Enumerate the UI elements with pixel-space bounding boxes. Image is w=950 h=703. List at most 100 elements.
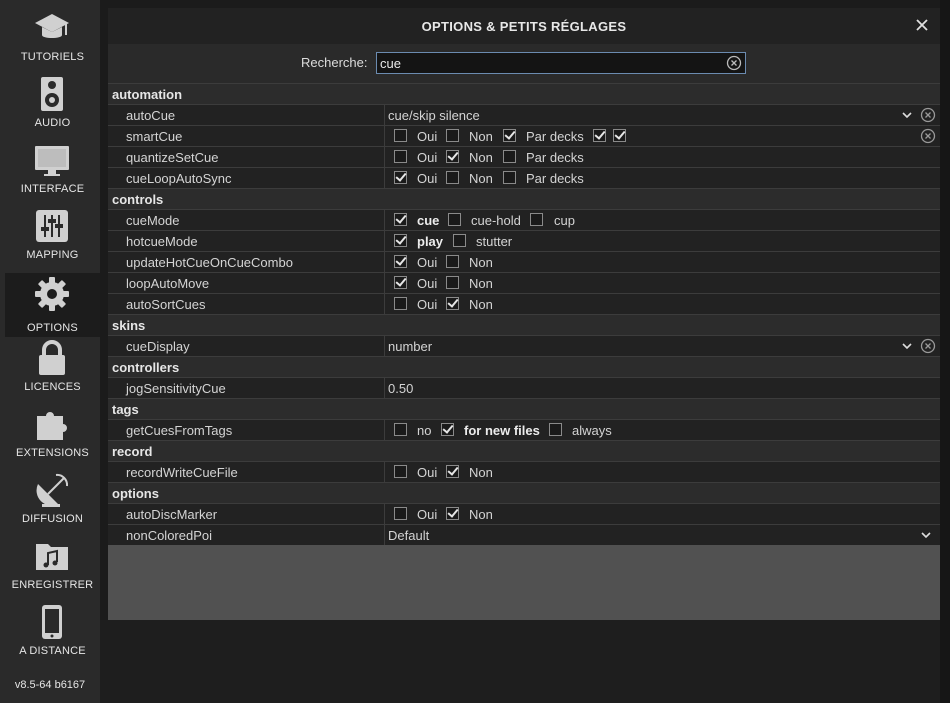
version-label: v8.5-64 b6167 <box>14 679 86 691</box>
non-checkbox[interactable] <box>446 129 459 142</box>
option-values: Oui Non Par decks <box>384 126 940 146</box>
option-values: Oui Non <box>384 294 940 314</box>
autocue-select[interactable]: cue/skip silence <box>384 105 940 125</box>
option-row-autocue: autoCue cue/skip silence <box>108 104 940 125</box>
option-row-getcuesfromtags: getCuesFromTags no for new files always <box>108 419 940 440</box>
noncoloredpoi-select[interactable]: Default <box>384 525 940 545</box>
option-name: jogSensitivityCue <box>126 381 226 396</box>
sidebar-item-label: TUTORIELS <box>20 51 85 63</box>
options-list: automation autoCue cue/skip silence smar… <box>108 83 940 545</box>
close-button[interactable] <box>912 15 932 35</box>
sidebar-item-mapping[interactable]: MAPPING <box>5 200 100 264</box>
non-checkbox[interactable] <box>446 276 459 289</box>
deck-1-checkbox[interactable] <box>593 129 606 142</box>
oui-checkbox[interactable] <box>394 171 407 184</box>
option-name: cueMode <box>126 213 180 228</box>
oui-checkbox[interactable] <box>394 507 407 520</box>
non-label: Non <box>469 129 493 144</box>
section-header-tags: tags <box>108 398 940 419</box>
for-new-files-checkbox[interactable] <box>441 423 454 436</box>
option-values: Oui Non <box>384 504 940 524</box>
cue-checkbox[interactable] <box>394 213 407 226</box>
chevron-down-icon <box>902 343 912 350</box>
always-checkbox[interactable] <box>549 423 562 436</box>
par-decks-checkbox[interactable] <box>503 171 516 184</box>
option-row-noncoloredpoi: nonColoredPoi Default <box>108 524 940 545</box>
sidebar-item-label: MAPPING <box>26 249 79 261</box>
reset-icon[interactable] <box>920 338 936 354</box>
gear-icon <box>35 277 69 311</box>
dialog-title: OPTIONS & PETITS RÉGLAGES <box>421 19 627 34</box>
clear-circle-icon[interactable] <box>726 55 742 71</box>
non-checkbox[interactable] <box>446 255 459 268</box>
cuedisplay-select[interactable]: number <box>384 336 940 356</box>
cup-label: cup <box>554 213 575 228</box>
oui-label: Oui <box>417 171 438 186</box>
no-checkbox[interactable] <box>394 423 407 436</box>
option-values: Oui Non <box>384 462 940 482</box>
non-label: Non <box>469 507 493 522</box>
cue-label: cue <box>417 213 440 228</box>
play-checkbox[interactable] <box>394 234 407 247</box>
select-value: number <box>388 339 433 354</box>
non-checkbox[interactable] <box>446 150 459 163</box>
non-label: Non <box>469 171 493 186</box>
option-name: getCuesFromTags <box>126 423 233 438</box>
lock-icon <box>39 340 65 375</box>
sidebar-item-tutoriels[interactable]: TUTORIELS <box>5 2 100 66</box>
sidebar-item-audio[interactable]: AUDIO <box>5 68 100 132</box>
option-name: autoSortCues <box>126 297 206 312</box>
option-values: cue cue-hold cup <box>384 210 940 230</box>
oui-checkbox[interactable] <box>394 465 407 478</box>
oui-checkbox[interactable] <box>394 255 407 268</box>
non-checkbox[interactable] <box>446 465 459 478</box>
music-folder-icon <box>36 544 68 570</box>
sidebar-item-options[interactable]: OPTIONS <box>5 273 100 337</box>
reset-icon[interactable] <box>920 107 936 123</box>
section-header-options: options <box>108 482 940 503</box>
sidebar-item-enregistrer[interactable]: ENREGISTRER <box>5 530 100 594</box>
non-checkbox[interactable] <box>446 507 459 520</box>
cue-hold-label: cue-hold <box>471 213 521 228</box>
phone-icon <box>42 605 62 639</box>
jogsensitivitycue-field[interactable]: 0.50 <box>384 378 940 398</box>
sidebar-item-extensions[interactable]: EXTENSIONS <box>5 398 100 462</box>
chevron-down-icon <box>902 112 912 119</box>
always-label: always <box>572 423 612 438</box>
par-decks-label: Par decks <box>526 171 584 186</box>
sidebar-item-interface[interactable]: INTERFACE <box>5 134 100 198</box>
no-label: no <box>417 423 432 438</box>
option-row-autosortcues: autoSortCues Oui Non <box>108 293 940 314</box>
oui-label: Oui <box>417 276 438 291</box>
option-name: cueLoopAutoSync <box>126 171 232 186</box>
par-decks-checkbox[interactable] <box>503 129 516 142</box>
option-row-cueloopautosync: cueLoopAutoSync Oui Non Par decks <box>108 167 940 188</box>
oui-checkbox[interactable] <box>394 129 407 142</box>
sidebar-item-diffusion[interactable]: DIFFUSION <box>5 464 100 528</box>
oui-checkbox[interactable] <box>394 297 407 310</box>
oui-checkbox[interactable] <box>394 276 407 289</box>
chevron-down-icon <box>921 532 931 539</box>
non-checkbox[interactable] <box>446 297 459 310</box>
oui-checkbox[interactable] <box>394 150 407 163</box>
option-row-recordwritecuefile: recordWriteCueFile Oui Non <box>108 461 940 482</box>
par-decks-checkbox[interactable] <box>503 150 516 163</box>
option-row-updatehotcueoncuecombo: updateHotCueOnCueCombo Oui Non <box>108 251 940 272</box>
option-values: Oui Non Par decks <box>384 168 940 188</box>
oui-label: Oui <box>417 465 438 480</box>
close-icon <box>916 19 928 31</box>
cue-hold-checkbox[interactable] <box>448 213 461 226</box>
option-values: Oui Non <box>384 273 940 293</box>
search-input[interactable] <box>380 54 710 72</box>
select-value: Default <box>388 528 430 543</box>
sidebar-item-a-distance[interactable]: A DISTANCE <box>5 596 100 660</box>
stutter-label: stutter <box>476 234 513 249</box>
sidebar-item-licences[interactable]: LICENCES <box>5 332 100 396</box>
deck-2-checkbox[interactable] <box>613 129 626 142</box>
options-dialog: OPTIONS & PETITS RÉGLAGES Recherche: aut… <box>108 8 940 620</box>
stutter-checkbox[interactable] <box>453 234 466 247</box>
cup-checkbox[interactable] <box>530 213 543 226</box>
non-checkbox[interactable] <box>446 171 459 184</box>
speaker-icon <box>41 77 63 111</box>
reset-icon[interactable] <box>920 128 936 144</box>
